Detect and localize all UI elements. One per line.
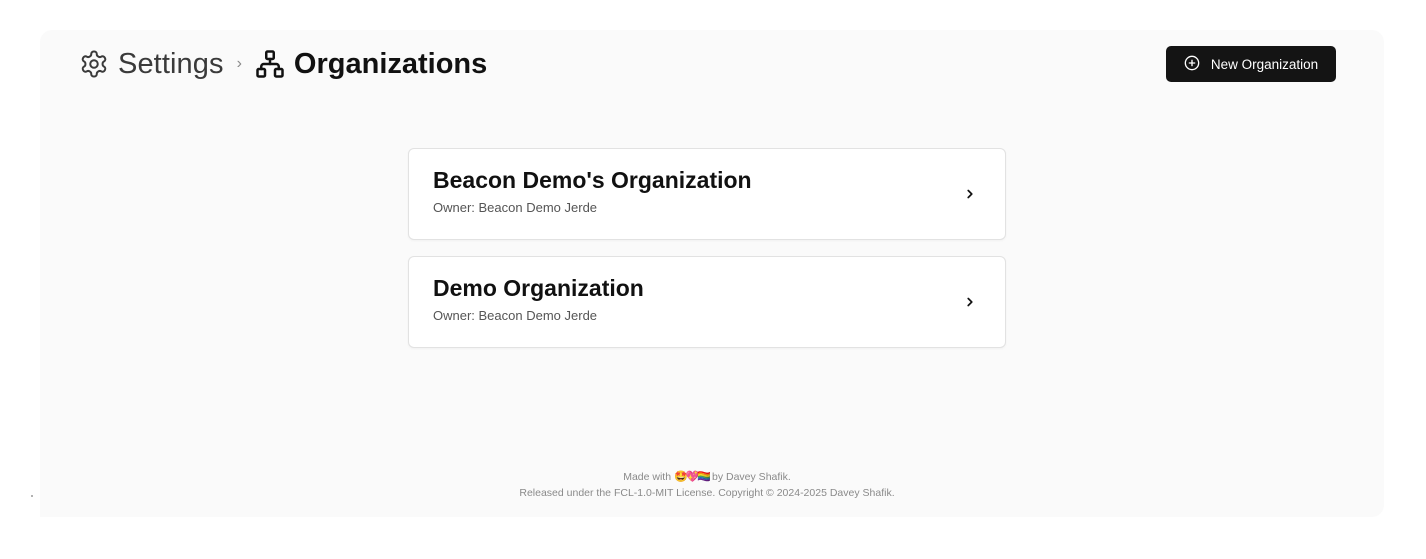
breadcrumb-settings[interactable]: Settings xyxy=(79,48,224,81)
made-with-prefix: Made with xyxy=(623,471,672,483)
organization-name: Demo Organization xyxy=(433,275,644,301)
new-organization-button[interactable]: New Organization xyxy=(1166,46,1336,82)
breadcrumb-separator: › xyxy=(236,55,242,72)
footer: Made with 🤩💖🏳️‍🌈 by Davey Shafik. Releas… xyxy=(40,469,1374,501)
breadcrumb-organizations: Organizations xyxy=(255,48,487,81)
gear-icon xyxy=(79,49,109,79)
settings-panel: Settings › Organizations New Organizatio… xyxy=(40,30,1384,517)
org-chart-icon xyxy=(255,49,285,79)
organization-name: Beacon Demo's Organization xyxy=(433,167,752,193)
breadcrumb-settings-label: Settings xyxy=(118,47,224,80)
page-title: Organizations xyxy=(293,47,488,80)
made-with-line: Made with 🤩💖🏳️‍🌈 by Davey Shafik. xyxy=(40,469,1374,485)
organization-card[interactable]: Beacon Demo's Organization Owner: Beacon… xyxy=(408,148,1006,240)
chevron-right-icon xyxy=(963,295,977,314)
organization-list: Beacon Demo's Organization Owner: Beacon… xyxy=(408,148,1006,364)
chevron-right-icon xyxy=(963,187,977,206)
organization-owner: Owner: Beacon Demo Jerde xyxy=(433,200,598,215)
breadcrumb: Settings › Organizations xyxy=(79,46,487,82)
made-with-suffix: by Davey Shafik. xyxy=(712,471,791,483)
license-line: Released under the FCL-1.0-MIT License. … xyxy=(519,487,895,499)
emoji-icons: 🤩💖🏳️‍🌈 xyxy=(673,471,711,483)
plus-circle-icon xyxy=(1184,55,1211,74)
organization-card[interactable]: Demo Organization Owner: Beacon Demo Jer… xyxy=(408,256,1006,348)
organization-owner: Owner: Beacon Demo Jerde xyxy=(433,308,598,323)
new-organization-label: New Organization xyxy=(1210,56,1319,72)
corner-dot xyxy=(31,495,33,497)
